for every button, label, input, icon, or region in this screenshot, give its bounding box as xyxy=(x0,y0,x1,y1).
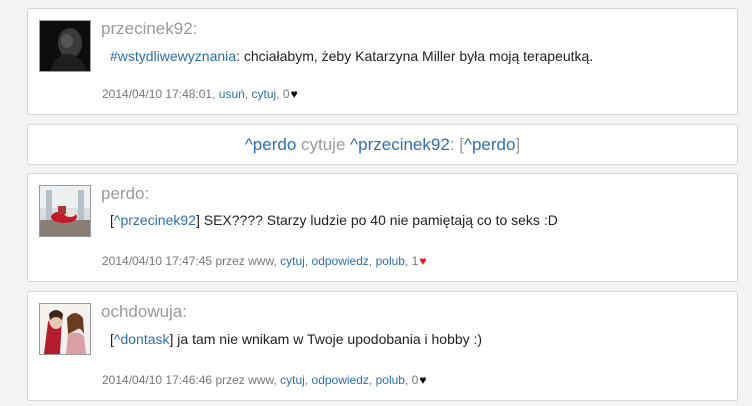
post-meta: 2014/04/10 17:48:01, usuń, cytuj, 0♥ xyxy=(102,87,298,101)
quoted-inner-link[interactable]: ^perdo xyxy=(464,135,515,155)
quote-bar: ^perdo cytuje ^przecinek92: [^perdo] xyxy=(27,124,738,165)
post-meta: 2014/04/10 17:47:45 przez www, cytuj, od… xyxy=(102,254,426,268)
post-meta: 2014/04/10 17:46:46 przez www, cytuj, od… xyxy=(102,373,426,387)
quote-verb: cytuje xyxy=(296,134,351,154)
separator: , xyxy=(276,87,280,101)
reply-link[interactable]: odpowiedz xyxy=(312,254,369,268)
post-card: przecinek92: #wstydliwewyznania: chciała… xyxy=(27,8,738,115)
quoter-link[interactable]: ^perdo xyxy=(245,135,296,155)
quote-link[interactable]: cytuj xyxy=(280,373,305,387)
heart-icon[interactable]: ♥ xyxy=(291,87,298,101)
heart-icon[interactable]: ♥ xyxy=(419,254,426,268)
post-author[interactable]: perdo: xyxy=(101,184,149,204)
avatar-photo-image xyxy=(40,304,90,354)
quote-close: ] xyxy=(515,134,521,154)
separator: , xyxy=(368,373,373,387)
likes-count: 0 xyxy=(411,373,419,387)
quote-separator: : [ xyxy=(449,134,464,154)
delete-link[interactable]: usuń xyxy=(219,87,245,101)
quote-link[interactable]: cytuj xyxy=(252,87,277,101)
like-link[interactable]: polub xyxy=(376,373,405,387)
separator: , xyxy=(404,373,409,387)
post-message: [^przecinek92] SEX???? Starzy ludzie po … xyxy=(110,212,558,228)
reply-link[interactable]: odpowiedz xyxy=(312,373,369,387)
post-source: przez www, xyxy=(215,254,277,268)
avatar[interactable] xyxy=(39,20,91,72)
separator: , xyxy=(368,254,373,268)
post-text: ja tam nie wnikam w Twoje upodobania i h… xyxy=(173,331,483,347)
post-card: ochdowuja: [^dontask] ja tam nie wnikam … xyxy=(27,291,738,401)
post-timestamp: 2014/04/10 17:47:45 xyxy=(102,254,213,268)
post-card: perdo: [^przecinek92] SEX???? Starzy lud… xyxy=(27,173,738,282)
separator: , xyxy=(304,254,309,268)
avatar[interactable] xyxy=(39,185,91,237)
heart-icon[interactable]: ♥ xyxy=(419,373,426,387)
reply-to-link[interactable]: ^dontask xyxy=(114,331,170,347)
like-link[interactable]: polub xyxy=(376,254,405,268)
hashtag-link[interactable]: #wstydliwewyznania xyxy=(110,48,236,64)
post-text: SEX???? Starzy ludzie po 40 nie pamiętaj… xyxy=(199,212,558,228)
likes-count: 1 xyxy=(411,254,419,268)
avatar[interactable] xyxy=(39,303,91,355)
post-message: #wstydliwewyznania: chciałabym, żeby Kat… xyxy=(110,48,593,64)
reply-to-link[interactable]: ^przecinek92 xyxy=(114,212,196,228)
likes-count: 0 xyxy=(282,87,290,101)
post-source: przez www, xyxy=(215,373,277,387)
avatar-room-image xyxy=(40,186,90,236)
post-author[interactable]: ochdowuja: xyxy=(101,302,187,322)
post-timestamp: 2014/04/10 17:48:01, xyxy=(102,87,216,101)
quoted-user-link[interactable]: ^przecinek92 xyxy=(350,135,450,155)
post-message: [^dontask] ja tam nie wnikam w Twoje upo… xyxy=(110,331,482,347)
quote-link[interactable]: cytuj xyxy=(280,254,305,268)
separator: , xyxy=(244,87,249,101)
avatar-dark-image xyxy=(40,21,90,71)
post-timestamp: 2014/04/10 17:46:46 xyxy=(102,373,213,387)
post-author[interactable]: przecinek92: xyxy=(101,19,197,39)
separator: , xyxy=(404,254,409,268)
separator: , xyxy=(304,373,309,387)
post-text: : chciałabym, żeby Katarzyna Miller była… xyxy=(236,48,594,64)
